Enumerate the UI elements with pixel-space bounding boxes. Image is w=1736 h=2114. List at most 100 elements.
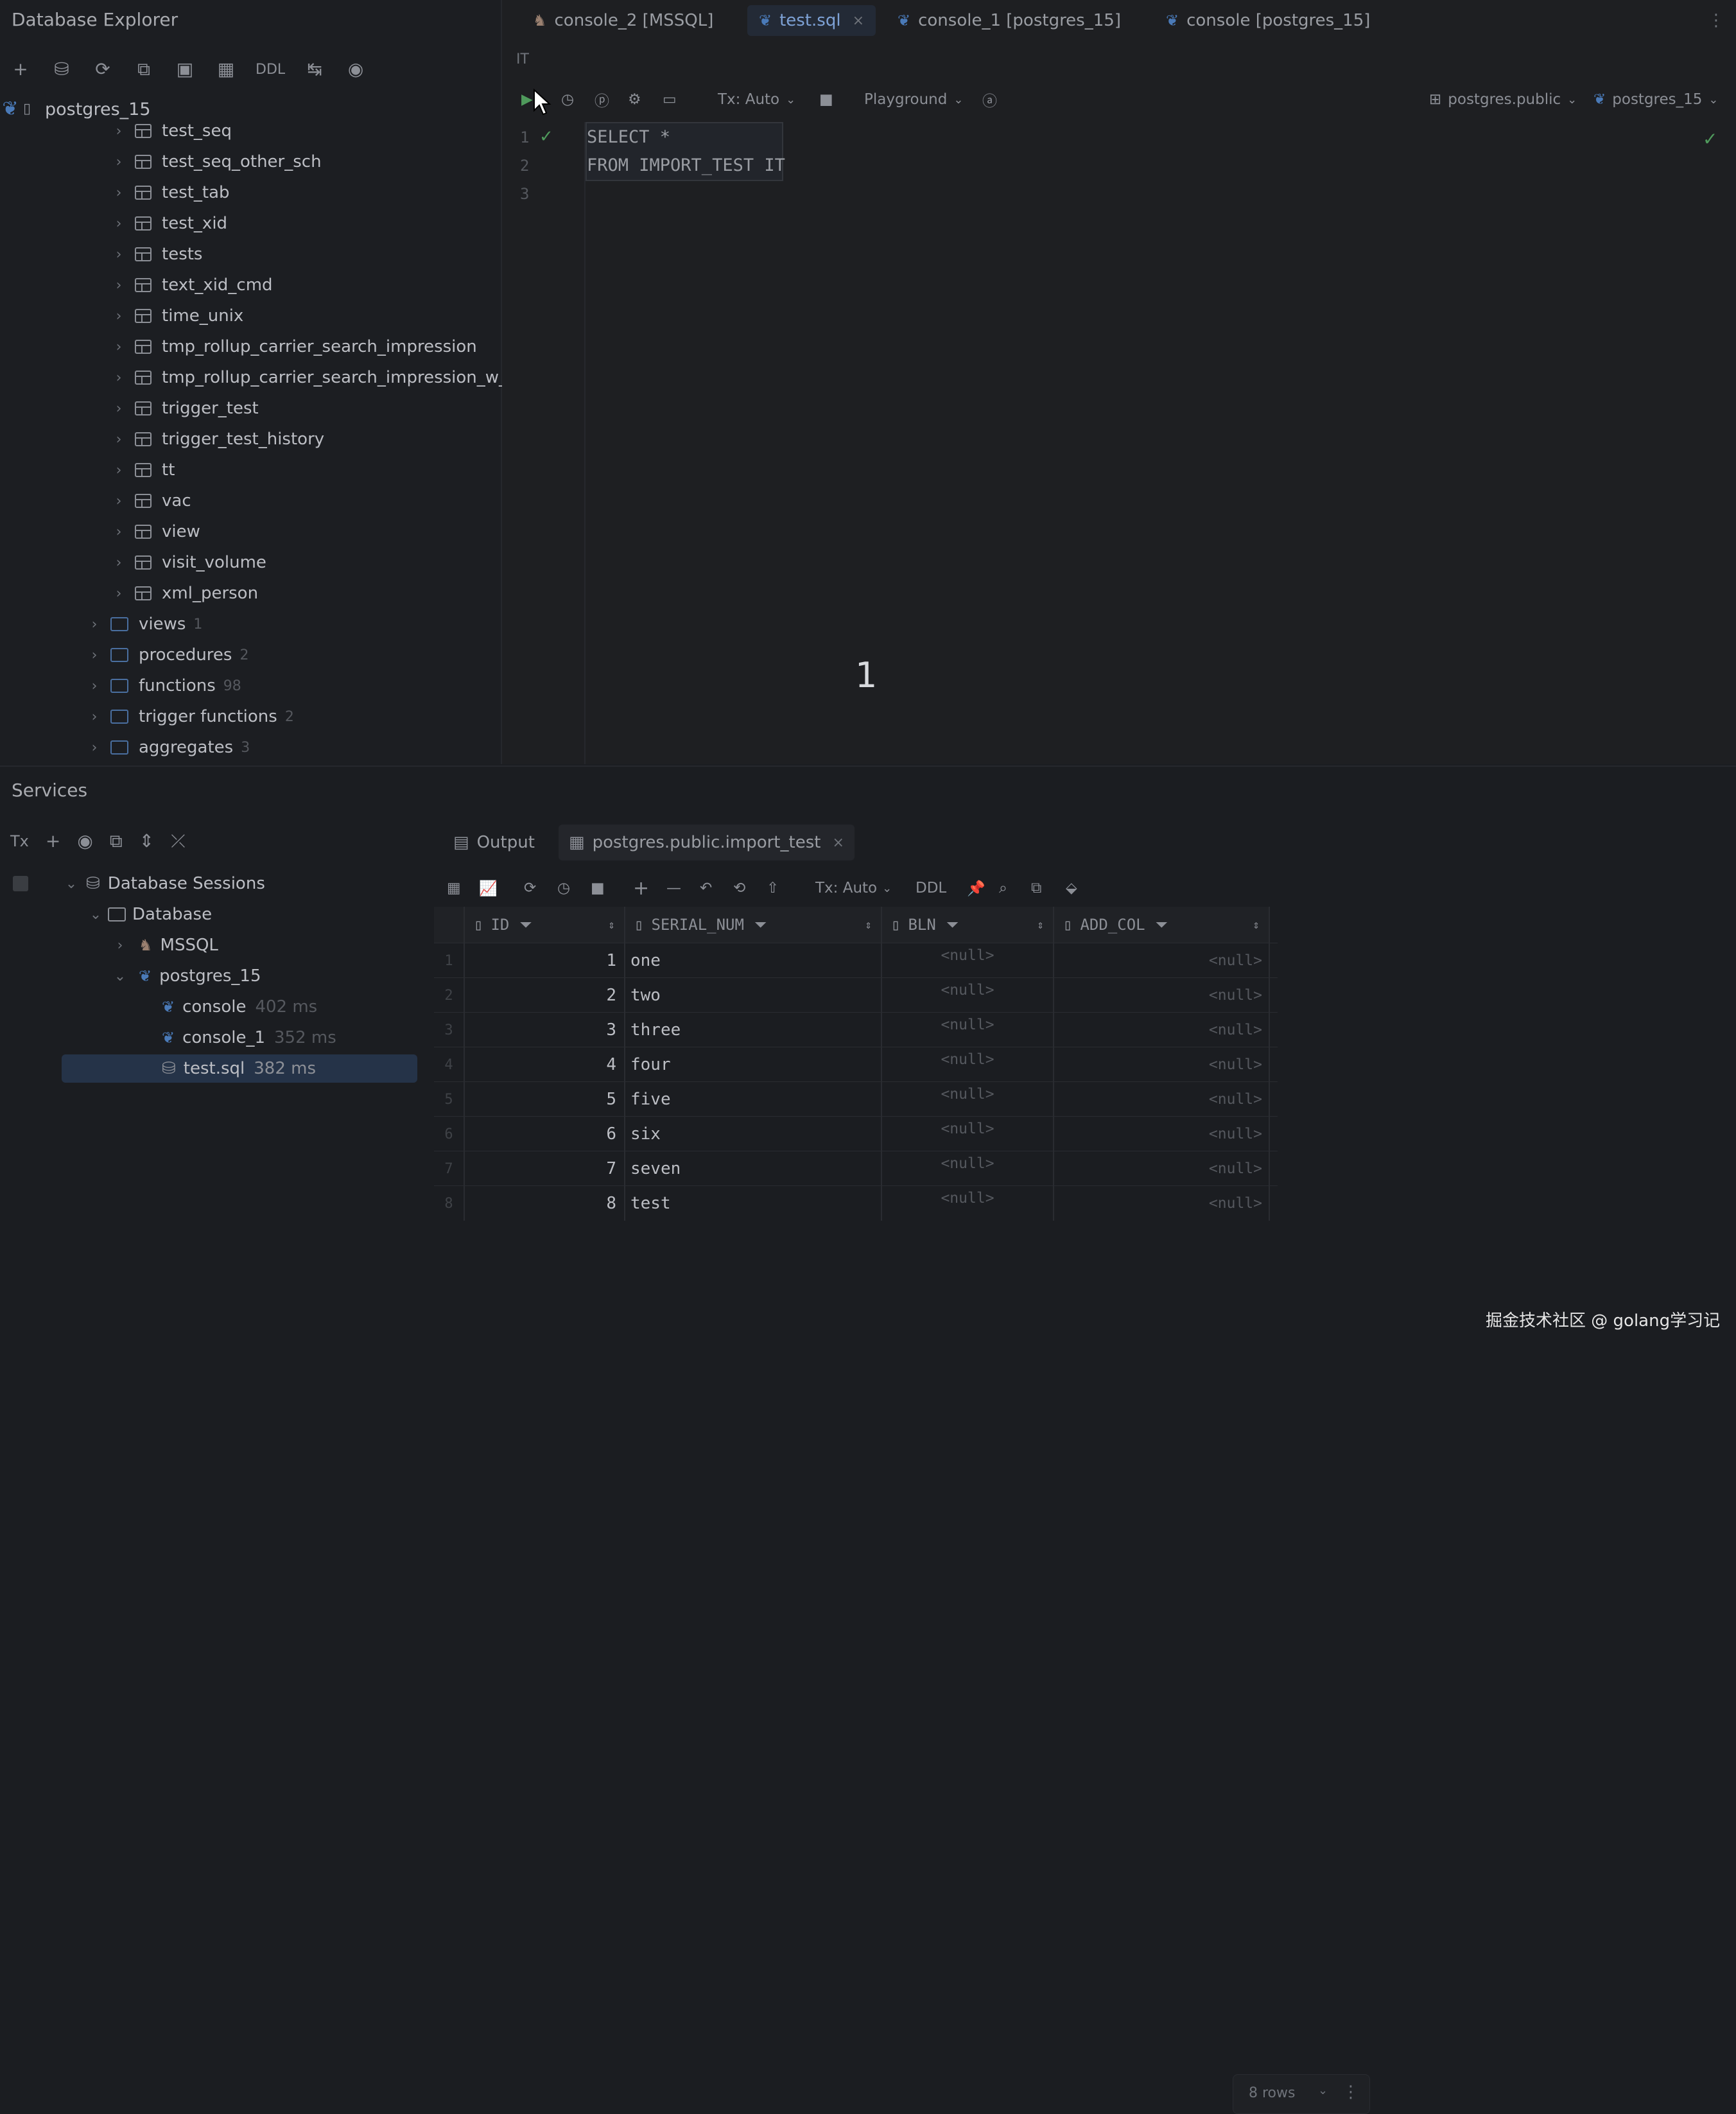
ddl-button[interactable]: DDL (256, 62, 285, 78)
jump-icon[interactable]: ↹ (303, 60, 326, 78)
session-console[interactable]: ❦ console 402 ms (162, 993, 317, 1021)
tree-table-item[interactable]: › trigger_test (109, 394, 259, 423)
tab-console-1[interactable]: ❦ console_1 [postgres_15] (886, 5, 1133, 36)
expand-all-icon[interactable]: ⇕ (139, 832, 154, 850)
console-icon[interactable]: ▣ (173, 60, 196, 78)
tab-output[interactable]: ▤ Output (443, 825, 545, 860)
cell-id[interactable]: 7 (465, 1151, 625, 1186)
table-row[interactable]: 6 6 six <null> <null> (434, 1116, 1278, 1151)
table-row[interactable]: 7 7 seven <null> <null> (434, 1151, 1278, 1186)
sort-icon[interactable]: ⇕ (608, 918, 615, 932)
add-icon[interactable]: + (9, 60, 32, 78)
new-tab-icon[interactable]: ⧉ (110, 832, 123, 850)
tab-console-2[interactable]: ♞ console_2 [MSSQL] (521, 5, 725, 36)
column-header[interactable]: ▯ BLN ⏷ ⇕ (882, 907, 1054, 943)
cell-id[interactable]: 3 (465, 1013, 625, 1047)
add-row-icon[interactable]: + (633, 872, 649, 904)
disconnect-icon[interactable]: ⧉ (132, 60, 155, 78)
cell-add-col[interactable]: <null> (1054, 1082, 1270, 1117)
show-icon[interactable]: ◉ (77, 832, 92, 850)
cell-add-col[interactable]: <null> (1054, 943, 1270, 978)
tab-import-test[interactable]: ▦ postgres.public.import_test × (559, 825, 855, 860)
history-icon[interactable]: ◷ (561, 83, 574, 116)
table-row[interactable]: 2 2 two <null> <null> (434, 977, 1278, 1013)
code-line[interactable]: SELECT * (587, 127, 670, 147)
cell-bln[interactable]: <null> (882, 1151, 1054, 1186)
tree-table-item[interactable]: › xml_person (109, 579, 258, 607)
cell-serial-num[interactable]: two (625, 978, 882, 1013)
tree-table-item[interactable]: › trigger_test_history (109, 425, 325, 453)
tx-mode-dropdown[interactable]: Tx: Auto ⌄ (718, 83, 795, 116)
filter-icon[interactable]: ⏷ (754, 916, 767, 934)
explain-icon[interactable]: ⓟ (595, 83, 609, 116)
column-header[interactable]: ▯ ID ⏷ ⇕ (465, 907, 625, 943)
cell-serial-num[interactable]: test (625, 1186, 882, 1221)
session-console-1[interactable]: ❦ console_1 352 ms (162, 1024, 336, 1052)
history-icon[interactable]: ◷ (557, 872, 570, 904)
cell-bln[interactable]: <null> (882, 1082, 1054, 1117)
tab-console[interactable]: ❦ console [postgres_15] (1154, 5, 1382, 36)
tree-table-item[interactable]: › test_seq_other_sch (109, 148, 322, 176)
tree-folder-item[interactable]: › trigger functions 2 (85, 703, 294, 731)
results-view-icon[interactable]: ▭ (663, 83, 677, 116)
cell-id[interactable]: 8 (465, 1186, 625, 1221)
cell-serial-num[interactable]: five (625, 1082, 882, 1117)
cell-serial-num[interactable]: three (625, 1013, 882, 1047)
datasource-properties-icon[interactable]: ⛁ (50, 60, 73, 78)
stop-icon[interactable]: ■ (591, 872, 605, 904)
column-header[interactable]: ▯ ADD_COL ⏷ ⇕ (1054, 907, 1270, 943)
tree-table-item[interactable]: › tmp_rollup_carrier_search_impression (109, 333, 477, 361)
tree-folder-item[interactable]: › aggregates 3 (85, 733, 250, 762)
remove-row-icon[interactable]: — (666, 872, 681, 904)
tx-mode-dropdown[interactable]: Tx: Auto ⌄ (815, 872, 892, 904)
cell-serial-num[interactable]: four (625, 1047, 882, 1082)
submit-icon[interactable]: ⟲ (733, 872, 745, 904)
tree-table-item[interactable]: › view (109, 518, 200, 546)
cell-id[interactable]: 2 (465, 978, 625, 1013)
table-row[interactable]: 1 1 one <null> <null> (434, 943, 1278, 978)
table-row[interactable]: 8 8 test <null> <null> (434, 1185, 1278, 1221)
tree-database[interactable]: ⌄ Database (86, 900, 212, 929)
export-icon[interactable]: ⬙ (1066, 872, 1077, 904)
cell-add-col[interactable]: <null> (1054, 1186, 1270, 1221)
sort-icon[interactable]: ⇕ (865, 918, 872, 932)
upload-icon[interactable]: ⇧ (767, 872, 779, 904)
cell-bln[interactable]: <null> (882, 978, 1054, 1013)
table-view-icon[interactable]: ▦ (447, 872, 461, 904)
collapse-all-icon[interactable]: ⤫ (171, 832, 185, 850)
cell-serial-num[interactable]: seven (625, 1151, 882, 1186)
tree-table-item[interactable]: › vac (109, 487, 191, 515)
sort-icon[interactable]: ⇕ (1037, 918, 1044, 932)
tab-test-sql[interactable]: ❦ test.sql × (747, 5, 876, 36)
tree-table-item[interactable]: › test_seq (109, 117, 232, 145)
cell-id[interactable]: 4 (465, 1047, 625, 1082)
cell-bln[interactable]: <null> (882, 1047, 1054, 1082)
view-options-icon[interactable]: ◉ (344, 60, 367, 78)
tree-folder-item[interactable]: › procedures 2 (85, 641, 249, 669)
table-row[interactable]: 4 4 four <null> <null> (434, 1047, 1278, 1082)
datasource-dropdown[interactable]: ❦ postgres_15 ⌄ (1593, 83, 1719, 116)
tree-table-item[interactable]: › visit_volume (109, 548, 266, 577)
column-header[interactable]: ▯ SERIAL_NUM ⏷ ⇕ (625, 907, 882, 943)
tree-table-item[interactable]: › tmp_rollup_carrier_search_impression_w_… (109, 363, 517, 392)
playground-dropdown[interactable]: Playground ⌄ (864, 83, 963, 116)
cell-id[interactable]: 1 (465, 943, 625, 978)
filter-icon[interactable]: ⏷ (1156, 916, 1168, 934)
tree-folder-item[interactable]: › functions 98 (85, 672, 241, 700)
refresh-icon[interactable]: ⟳ (524, 872, 536, 904)
tree-table-item[interactable]: › tt (109, 456, 175, 484)
row-count-indicator[interactable]: 8 rows ⌄ ⋮ (1233, 2074, 1370, 2114)
cell-id[interactable]: 5 (465, 1082, 625, 1117)
table-row[interactable]: 3 3 three <null> <null> (434, 1012, 1278, 1047)
cell-bln[interactable]: <null> (882, 1013, 1054, 1047)
pin-icon[interactable]: 📌 (967, 872, 985, 904)
tree-database-sessions[interactable]: ⌄ ⛁ Database Sessions (62, 869, 265, 898)
tree-table-item[interactable]: › text_xid_cmd (109, 271, 273, 299)
stop-session-icon[interactable] (13, 876, 28, 891)
tree-table-item[interactable]: › test_tab (109, 179, 230, 207)
stop-icon[interactable]: ■ (819, 83, 833, 116)
more-icon[interactable]: ⋮ (1342, 2083, 1359, 2102)
cell-bln[interactable]: <null> (882, 943, 1054, 978)
refresh-icon[interactable]: ⟳ (91, 60, 114, 78)
filter-icon[interactable]: ⏷ (519, 916, 532, 934)
